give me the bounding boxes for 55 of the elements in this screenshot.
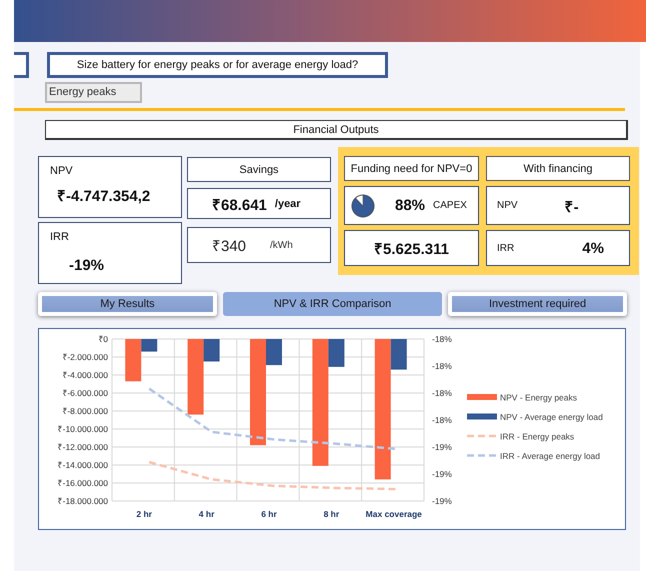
question-label: Size battery for energy peaks or for average energy load? — [47, 52, 388, 78]
axis-label: -18% — [432, 388, 452, 398]
legend-label: IRR - Energy peaks — [500, 432, 574, 442]
axis-label: Max coverage — [366, 509, 422, 519]
axis-label: -19% — [432, 442, 452, 452]
percent-value: 88% — [395, 197, 426, 214]
axis-label: ₹-10.000.000 — [58, 424, 108, 434]
axis-label: -18% — [432, 415, 452, 425]
npv-label: NPV — [497, 200, 518, 211]
axis-label: 2 hr — [136, 509, 152, 519]
legend-label: NPV - Energy peaks — [500, 392, 578, 402]
pie-chart-icon — [351, 194, 375, 218]
axis-label: 8 hr — [324, 509, 340, 519]
legend-swatch — [467, 394, 497, 400]
axis-label: -18% — [432, 334, 452, 344]
kwh-value: ₹340 — [212, 237, 246, 255]
tab[interactable]: Investment required — [448, 292, 628, 316]
answer-dropdown[interactable]: Energy peaks — [45, 82, 142, 103]
legend-label: NPV - Average energy load — [500, 412, 603, 422]
capex-label: CAPEX — [433, 200, 467, 211]
npv-value: ₹- — [564, 198, 579, 216]
axis-label: ₹-16.000.000 — [58, 478, 108, 488]
axis-label: ₹-14.000.000 — [58, 460, 108, 470]
irr-label: IRR — [497, 242, 514, 254]
tab[interactable]: My Results — [38, 292, 217, 316]
funding-header: Funding need for NPV=0 — [344, 156, 479, 181]
unit-label: /year — [274, 198, 301, 210]
axis-label: 6 hr — [261, 509, 277, 519]
axis-label: ₹-4.000.000 — [62, 370, 108, 380]
section-title: Financial Outputs — [45, 120, 628, 140]
unit-label: /kWh — [270, 240, 293, 250]
axis-label: ₹-8.000.000 — [62, 406, 108, 416]
legend-swatch — [467, 454, 497, 457]
axis-label: ₹-18.000.000 — [58, 496, 108, 506]
axis-label: ₹-12.000.000 — [58, 442, 108, 452]
funding-amount: ₹5.625.311 — [374, 240, 449, 258]
irr-value: 4% — [582, 240, 604, 256]
axis-label: ₹0 — [98, 334, 108, 344]
axis-label: ₹-6.000.000 — [62, 388, 108, 398]
axis-label: 4 hr — [198, 509, 214, 519]
financing-header: With financing — [486, 156, 630, 181]
axis-label: -18% — [432, 361, 452, 371]
irr-value: -19% — [69, 257, 106, 274]
tab[interactable]: NPV & IRR Comparison — [222, 292, 442, 316]
savings-header: Savings — [187, 157, 331, 182]
irr-label: IRR — [50, 231, 70, 243]
npv-value: ₹-4.747.354,2 — [57, 187, 152, 205]
savings-value: ₹68.641 — [212, 196, 267, 214]
axis-label: -19% — [432, 496, 452, 506]
axis-label: ₹-2.000.000 — [62, 352, 108, 362]
axis-label: -19% — [432, 469, 452, 479]
legend-label: IRR - Average energy load — [500, 451, 600, 461]
npv-label: NPV — [50, 165, 74, 177]
legend-swatch — [467, 414, 497, 420]
legend-swatch — [467, 434, 497, 438]
